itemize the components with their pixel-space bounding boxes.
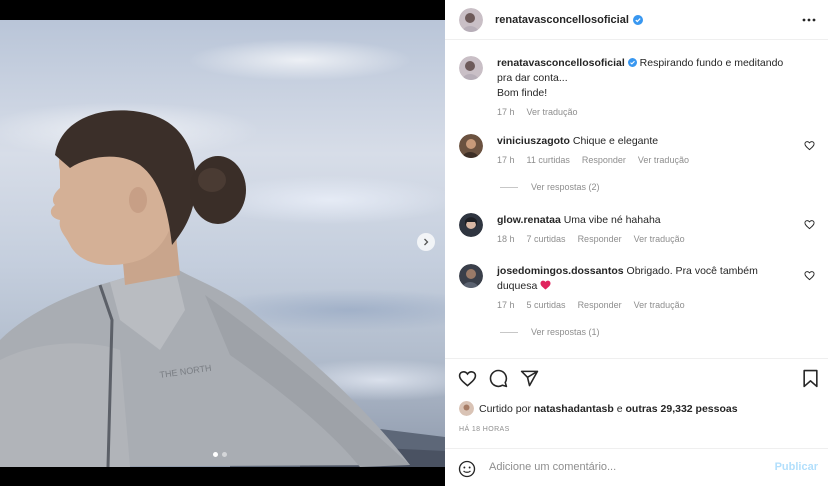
avatar[interactable]	[459, 264, 483, 288]
comment-text: Uma vibe né hahaha	[563, 214, 661, 226]
comment-icon[interactable]	[489, 369, 508, 388]
avatar[interactable]	[459, 7, 483, 32]
view-replies-label[interactable]: Ver respostas (1)	[531, 327, 600, 337]
comment-username[interactable]: viniciuszagoto	[497, 135, 570, 147]
comment-likes[interactable]: 5 curtidas	[527, 298, 566, 313]
comment-time[interactable]: 17 h	[497, 153, 515, 168]
comment-time[interactable]: 17 h	[497, 298, 515, 313]
liked-by-user[interactable]: natashadantasb	[534, 403, 614, 415]
emoji-icon[interactable]	[458, 460, 476, 478]
replies-divider	[500, 186, 518, 188]
likes-summary[interactable]: Curtido por natashadantasb e outras 29,3…	[459, 401, 738, 416]
post-media: THE NORTH	[0, 0, 445, 486]
publish-button[interactable]: Publicar	[775, 461, 818, 473]
translate-link[interactable]: Ver tradução	[634, 232, 685, 247]
next-arrow-icon	[424, 238, 429, 246]
heart-icon[interactable]	[804, 140, 815, 151]
author-username[interactable]: renatavasconcellosoficial	[495, 14, 629, 26]
share-icon[interactable]	[520, 369, 539, 388]
carousel-indicator	[213, 452, 227, 457]
comment-username[interactable]: josedomingos.dossantos	[497, 265, 624, 277]
add-comment-bar: Adicione um comentário... Publicar	[445, 448, 828, 486]
verified-icon	[627, 58, 637, 67]
likes-others[interactable]: outras 29,332 pessoas	[626, 403, 738, 415]
view-replies-button[interactable]: Ver respostas (2)	[500, 182, 600, 192]
post-actions: Curtido por natashadantasb e outras 29,3…	[445, 358, 828, 448]
verified-icon	[632, 14, 643, 25]
comment-likes[interactable]: 7 curtidas	[527, 232, 566, 247]
likes-prefix: Curtido por	[479, 402, 531, 415]
carousel-dot	[213, 452, 218, 457]
comment-username[interactable]: glow.renataa	[497, 214, 561, 226]
comment-time[interactable]: 18 h	[497, 232, 515, 247]
replies-divider	[500, 331, 518, 333]
reply-button[interactable]: Responder	[582, 153, 626, 168]
avatar[interactable]	[459, 134, 483, 158]
heart-icon[interactable]	[804, 219, 815, 230]
reply-button[interactable]: Responder	[578, 232, 622, 247]
post-photo[interactable]: THE NORTH	[0, 20, 445, 467]
avatar[interactable]	[459, 213, 483, 237]
reply-button[interactable]: Responder	[578, 298, 622, 313]
comment-input[interactable]: Adicione um comentário...	[489, 461, 616, 473]
view-replies-label[interactable]: Ver respostas (2)	[531, 182, 600, 192]
comment-text: Chique e elegante	[572, 135, 659, 147]
translate-link[interactable]: Ver tradução	[634, 298, 685, 313]
bookmark-icon[interactable]	[802, 369, 819, 388]
likes-connector: e	[616, 402, 623, 415]
comment-likes[interactable]: 11 curtidas	[527, 153, 570, 168]
post-timestamp[interactable]: HÁ 18 HORAS	[459, 426, 510, 433]
heart-icon[interactable]	[804, 270, 815, 281]
post-sidebar: renatavasconcellosoficial renatavasconce…	[445, 0, 828, 486]
view-replies-button[interactable]: Ver respostas (1)	[500, 327, 600, 337]
more-options-icon[interactable]	[802, 13, 816, 27]
caption-username[interactable]: renatavasconcellosoficial	[497, 57, 625, 69]
heart-icon[interactable]	[458, 369, 477, 388]
caption-translate-link[interactable]: Ver tradução	[527, 105, 578, 120]
translate-link[interactable]: Ver tradução	[638, 153, 689, 168]
carousel-next-button[interactable]	[417, 233, 435, 251]
avatar	[459, 401, 474, 416]
caption-line2: Bom finde!	[497, 87, 548, 99]
comments-list: renatavasconcellosoficial Respirando fun…	[445, 41, 828, 358]
person-illustration: THE NORTH	[0, 110, 410, 467]
avatar[interactable]	[459, 56, 483, 80]
caption-time[interactable]: 17 h	[497, 105, 515, 120]
carousel-dot	[222, 452, 227, 457]
post-header: renatavasconcellosoficial	[445, 0, 828, 40]
red-heart-emoji	[540, 280, 551, 290]
